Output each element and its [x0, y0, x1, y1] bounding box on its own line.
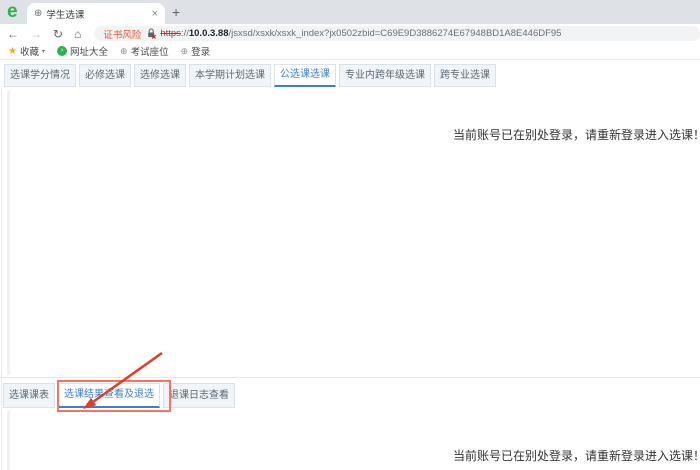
browser-toolbar: ← → ↻ ⌂ 证书风险 https://10.0.3.88/jsxsd/xsx…	[0, 24, 700, 43]
browser-window: e ⊕ 学生选课 × + ← → ↻ ⌂ 证书风险 https://10.0.3…	[0, 0, 700, 470]
tab-cross-major[interactable]: 跨专业选课	[434, 64, 496, 87]
close-tab-icon[interactable]: ×	[152, 8, 158, 20]
certificate-risk-badge[interactable]: 证书风险	[103, 27, 141, 41]
bookmark-sites[interactable]: › 网址大全	[57, 44, 108, 58]
tab-public-electives[interactable]: 公选课选课	[274, 64, 336, 87]
tab-course-timetable[interactable]: 选课课表	[3, 383, 55, 408]
tab-elective-courses[interactable]: 选修选课	[134, 64, 186, 87]
insecure-lock-icon	[147, 28, 156, 39]
annotation-overlay	[0, 60, 700, 470]
bookmarks-bar: ★ 收藏 ▾ › 网址大全 ⊕ 考试座位 ⊕ 登录	[0, 43, 700, 60]
favorites-label: 收藏	[20, 44, 39, 58]
tab-withdraw-log[interactable]: 退课日志查看	[163, 383, 235, 408]
globe-favicon-icon: ⊕	[34, 8, 42, 19]
section-divider	[0, 377, 700, 378]
new-tab-button[interactable]: +	[172, 4, 180, 20]
globe-icon: ⊕	[120, 46, 128, 57]
url-path: /jsxsd/xsxk/xsxk_index?jx0502zbid=C69E9D…	[228, 28, 561, 39]
bookmark-favorites[interactable]: ★ 收藏 ▾	[8, 44, 45, 58]
tab-credit-status[interactable]: 选课学分情况	[4, 64, 76, 87]
star-icon: ★	[8, 46, 17, 57]
chevron-down-icon[interactable]: ▾	[42, 48, 45, 55]
tab-semester-plan[interactable]: 本学期计划选课	[189, 64, 271, 87]
sites-icon: ›	[57, 46, 67, 56]
sites-label: 网址大全	[70, 44, 108, 58]
url-scheme: https	[160, 28, 181, 39]
forward-icon[interactable]: →	[30, 28, 42, 40]
results-tabbar: 选课课表 选课结果查看及退选 退课日志查看	[3, 383, 235, 408]
panel-left-border	[1, 87, 2, 470]
panel-inner-strip-top	[7, 91, 10, 375]
browser-tab-title: 学生选课	[46, 7, 147, 21]
login-label: 登录	[191, 44, 210, 58]
page-content: 选课学分情况 必修选课 选修选课 本学期计划选课 公选课选课 专业内跨年级选课 …	[0, 60, 700, 470]
home-icon[interactable]: ⌂	[74, 28, 81, 40]
url-scheme-separator: ://	[181, 28, 189, 39]
bookmark-exam-seat[interactable]: ⊕ 考试座位	[120, 44, 169, 58]
browser-tab[interactable]: ⊕ 学生选课 ×	[27, 3, 165, 24]
tab-selection-results-withdraw[interactable]: 选课结果查看及退选	[58, 383, 160, 408]
browser-tabstrip: e ⊕ 学生选课 × +	[0, 0, 700, 24]
panel-inner-strip-bottom	[7, 411, 10, 470]
reload-icon[interactable]: ↻	[53, 28, 63, 40]
login-elsewhere-message-top: 当前账号已在别处登录，请重新登录进入选课！	[453, 126, 700, 143]
back-icon[interactable]: ←	[7, 28, 19, 40]
address-bar[interactable]: 证书风险 https://10.0.3.88/jsxsd/xsxk/xsxk_i…	[94, 26, 700, 41]
browser-logo-icon: e	[7, 1, 18, 23]
bookmark-login[interactable]: ⊕ 登录	[181, 44, 211, 58]
globe-icon: ⊕	[181, 46, 189, 57]
tab-required-courses[interactable]: 必修选课	[79, 64, 131, 87]
tab-cross-grade[interactable]: 专业内跨年级选课	[339, 64, 431, 87]
url-host: 10.0.3.88	[189, 28, 229, 39]
login-elsewhere-message-bottom: 当前账号已在别处登录，请重新登录进入选课！	[453, 447, 700, 464]
exam-seat-label: 考试座位	[131, 44, 169, 58]
course-selection-tabbar: 选课学分情况 必修选课 选修选课 本学期计划选课 公选课选课 专业内跨年级选课 …	[4, 64, 496, 87]
